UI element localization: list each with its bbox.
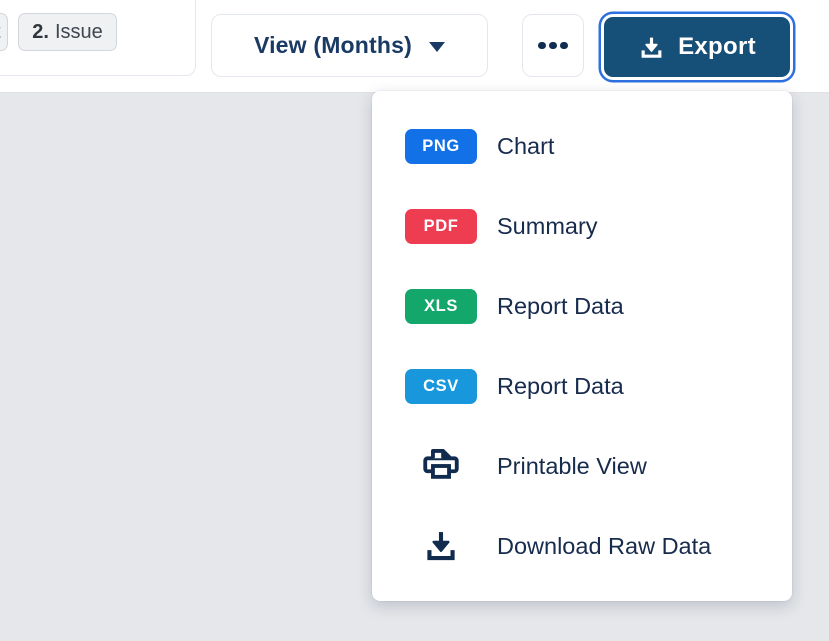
ellipsis-icon bbox=[538, 42, 546, 50]
menu-item-xls-report-data[interactable]: XLS Report Data bbox=[372, 266, 792, 346]
menu-item-printable-view[interactable]: Printable View bbox=[372, 426, 792, 506]
toolbar: ject 2. Issue View (Months) Export bbox=[0, 0, 829, 93]
menu-item-png-chart[interactable]: PNG Chart bbox=[372, 106, 792, 186]
menu-item-label: Printable View bbox=[497, 453, 647, 480]
more-options-button[interactable] bbox=[522, 14, 584, 77]
step-number: 2. bbox=[32, 21, 49, 44]
printer-icon bbox=[420, 445, 462, 487]
menu-item-csv-report-data[interactable]: CSV Report Data bbox=[372, 346, 792, 426]
menu-item-label: Report Data bbox=[497, 373, 624, 400]
download-icon bbox=[638, 34, 665, 61]
pdf-badge: PDF bbox=[405, 209, 477, 244]
step-label: Issue bbox=[55, 21, 103, 44]
export-button-label: Export bbox=[678, 33, 756, 61]
csv-badge: CSV bbox=[405, 369, 477, 404]
page: ject 2. Issue View (Months) Export bbox=[0, 0, 829, 641]
download-icon bbox=[422, 527, 460, 565]
export-button[interactable]: Export bbox=[604, 17, 790, 77]
steps-group: ject 2. Issue bbox=[0, 0, 196, 76]
step-button-project-partial[interactable]: ject bbox=[0, 13, 8, 51]
menu-item-label: Summary bbox=[497, 213, 598, 240]
png-badge: PNG bbox=[405, 129, 477, 164]
menu-item-download-raw-data[interactable]: Download Raw Data bbox=[372, 506, 792, 586]
view-dropdown-label: View (Months) bbox=[254, 32, 412, 59]
menu-item-label: Chart bbox=[497, 133, 554, 160]
menu-item-label: Report Data bbox=[497, 293, 624, 320]
xls-badge: XLS bbox=[405, 289, 477, 324]
menu-item-pdf-summary[interactable]: PDF Summary bbox=[372, 186, 792, 266]
step-button-label: ject bbox=[0, 21, 1, 44]
menu-item-label: Download Raw Data bbox=[497, 533, 711, 560]
view-months-dropdown[interactable]: View (Months) bbox=[211, 14, 488, 77]
export-dropdown-menu: PNG Chart PDF Summary XLS Report Data CS… bbox=[372, 91, 792, 601]
step-button-issue[interactable]: 2. Issue bbox=[18, 13, 117, 51]
chevron-down-icon bbox=[429, 42, 445, 52]
